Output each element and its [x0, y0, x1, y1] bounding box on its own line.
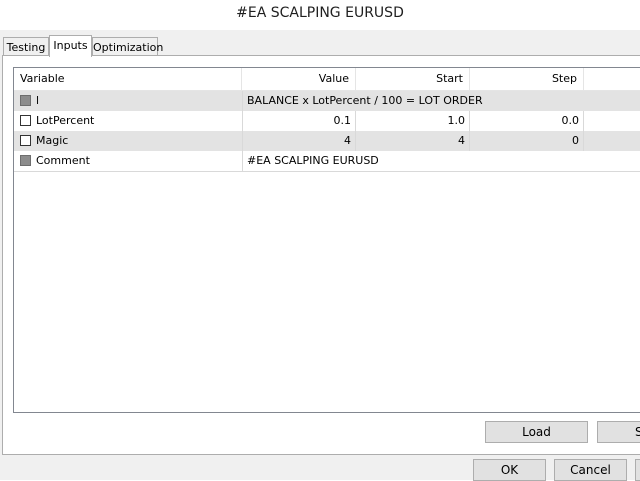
save-button[interactable]: S	[597, 421, 640, 443]
extra-button[interactable]	[635, 459, 640, 481]
grid-header: Variable Value Start Step	[14, 68, 640, 91]
variable-start[interactable]: 1.0	[356, 111, 470, 131]
variable-value[interactable]: #EA SCALPING EURUSD	[242, 151, 640, 171]
variable-name: Comment	[36, 154, 90, 167]
row-checkbox[interactable]	[20, 155, 31, 166]
table-row[interactable]: LotPercent 0.1 1.0 0.0	[14, 111, 640, 131]
column-header-variable[interactable]: Variable	[14, 68, 242, 90]
variable-start[interactable]: 4	[356, 131, 470, 151]
cancel-button[interactable]: Cancel	[554, 459, 627, 481]
variable-name: l	[36, 94, 40, 107]
dialog-body: Testing Inputs Optimization Variable Val…	[0, 30, 640, 481]
variable-step[interactable]: 0	[470, 131, 584, 151]
column-header-value[interactable]: Value	[242, 68, 356, 90]
row-checkbox[interactable]	[20, 95, 31, 106]
variable-name: LotPercent	[36, 114, 95, 127]
grid-divider	[14, 171, 640, 172]
variable-name: Magic	[36, 134, 69, 147]
variable-value[interactable]: 4	[242, 131, 356, 151]
row-checkbox[interactable]	[20, 135, 31, 146]
table-row[interactable]: l BALANCE x LotPercent / 100 = LOT ORDER	[14, 91, 640, 111]
variable-step[interactable]: 0.0	[470, 111, 584, 131]
load-button[interactable]: Load	[485, 421, 588, 443]
variable-value[interactable]: BALANCE x LotPercent / 100 = LOT ORDER	[242, 91, 640, 111]
column-header-start[interactable]: Start	[356, 68, 470, 90]
tab-inputs[interactable]: Inputs	[49, 35, 92, 57]
table-row[interactable]: Magic 4 4 0	[14, 131, 640, 151]
tab-testing[interactable]: Testing	[3, 37, 49, 56]
tab-optimization[interactable]: Optimization	[92, 37, 163, 56]
inputs-grid[interactable]: Variable Value Start Step l BALANCE x Lo…	[13, 67, 640, 413]
window-title: #EA SCALPING EURUSD	[0, 0, 640, 30]
variable-value[interactable]: 0.1	[242, 111, 356, 131]
ok-button[interactable]: OK	[473, 459, 546, 481]
column-header-extra	[584, 68, 640, 90]
column-header-step[interactable]: Step	[470, 68, 584, 90]
row-checkbox[interactable]	[20, 115, 31, 126]
table-row[interactable]: Comment #EA SCALPING EURUSD	[14, 151, 640, 171]
